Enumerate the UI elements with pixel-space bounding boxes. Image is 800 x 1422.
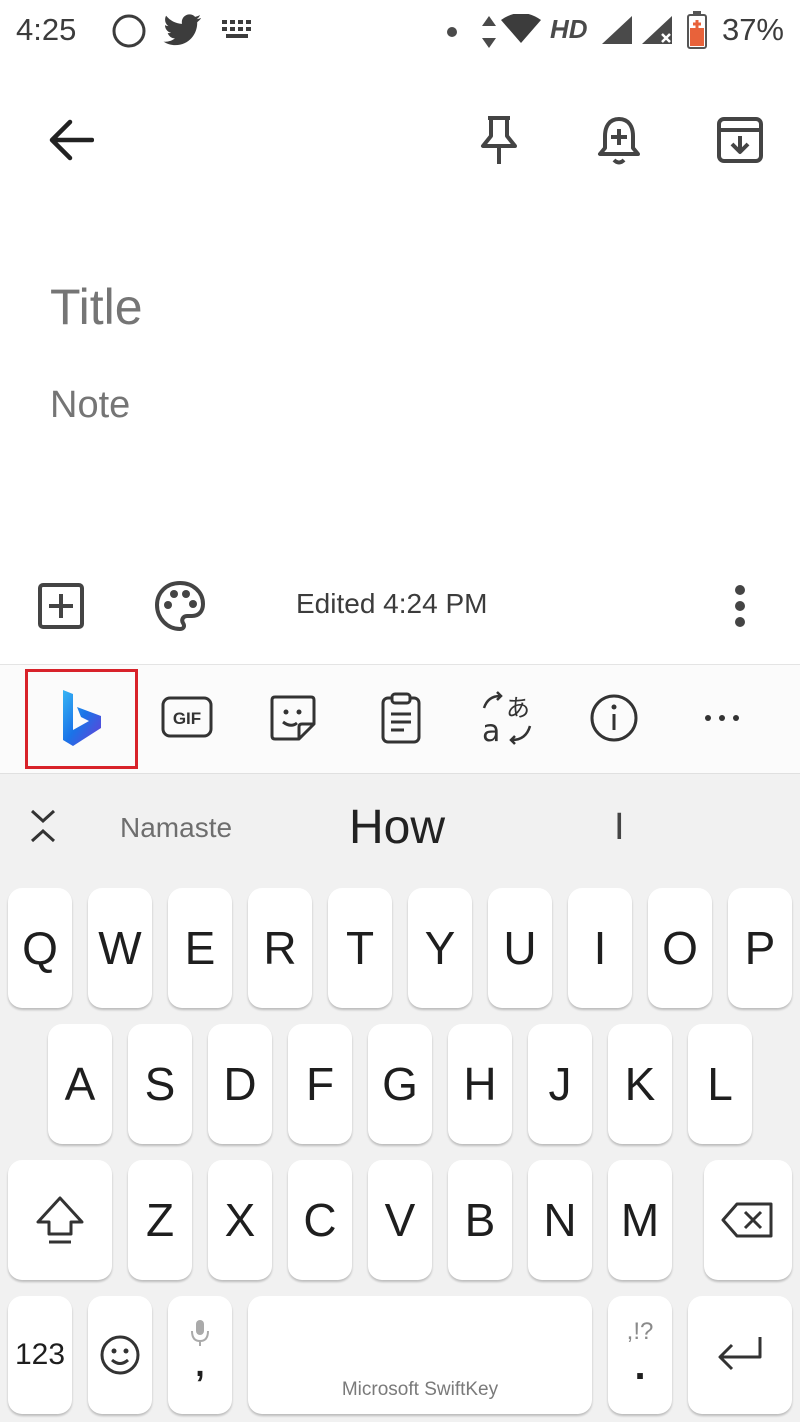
network-type: HD bbox=[550, 14, 588, 44]
emoji-icon bbox=[99, 1334, 141, 1376]
key-n[interactable]: N bbox=[528, 1160, 592, 1280]
microphone-icon bbox=[189, 1318, 211, 1348]
shift-key[interactable] bbox=[8, 1160, 112, 1280]
bing-highlight-box bbox=[25, 669, 138, 769]
archive-icon[interactable] bbox=[716, 116, 764, 164]
key-w[interactable]: W bbox=[88, 888, 152, 1008]
signal-no-data-icon bbox=[640, 14, 674, 46]
key-x[interactable]: X bbox=[208, 1160, 272, 1280]
punctuation-hint: ,!? bbox=[626, 1318, 654, 1345]
add-box-icon[interactable] bbox=[37, 582, 85, 630]
collapse-keyboard-icon[interactable] bbox=[29, 808, 57, 844]
suggestion-left[interactable]: Namaste bbox=[120, 812, 232, 844]
key-v[interactable]: V bbox=[368, 1160, 432, 1280]
key-l[interactable]: L bbox=[688, 1024, 752, 1144]
key-c[interactable]: C bbox=[288, 1160, 352, 1280]
key-e[interactable]: E bbox=[168, 888, 232, 1008]
battery-icon bbox=[686, 10, 708, 50]
backspace-key[interactable] bbox=[704, 1160, 792, 1280]
more-vert-icon[interactable] bbox=[732, 584, 748, 628]
space-label: Microsoft SwiftKey bbox=[341, 1379, 499, 1400]
palette-icon[interactable] bbox=[154, 580, 206, 632]
arrow-back-icon[interactable] bbox=[48, 118, 94, 162]
key-k[interactable]: K bbox=[608, 1024, 672, 1144]
numbers-key[interactable]: 123 bbox=[8, 1296, 72, 1414]
key-f[interactable]: F bbox=[288, 1024, 352, 1144]
key-b[interactable]: B bbox=[448, 1160, 512, 1280]
key-m[interactable]: M bbox=[608, 1160, 672, 1280]
comma-label: , bbox=[195, 1346, 205, 1384]
key-q[interactable]: Q bbox=[8, 888, 72, 1008]
key-i[interactable]: I bbox=[568, 888, 632, 1008]
pin-icon[interactable] bbox=[478, 114, 520, 166]
info-icon[interactable] bbox=[589, 693, 639, 743]
key-p[interactable]: P bbox=[728, 888, 792, 1008]
suggestion-center[interactable]: How bbox=[349, 800, 445, 855]
edited-timestamp: Edited 4:24 PM bbox=[296, 588, 488, 619]
emoji-key[interactable] bbox=[88, 1296, 152, 1414]
key-a[interactable]: A bbox=[48, 1024, 112, 1144]
title-field[interactable] bbox=[50, 278, 750, 336]
wifi-icon bbox=[500, 14, 542, 44]
key-z[interactable]: Z bbox=[128, 1160, 192, 1280]
key-t[interactable]: T bbox=[328, 888, 392, 1008]
dot-icon bbox=[446, 26, 458, 38]
enter-key[interactable] bbox=[688, 1296, 792, 1414]
gif-icon[interactable]: GIF bbox=[161, 696, 213, 738]
key-j[interactable]: J bbox=[528, 1024, 592, 1144]
translate-icon[interactable]: a あ bbox=[480, 690, 534, 746]
svg-text:あ: あ bbox=[506, 694, 530, 722]
shift-icon bbox=[34, 1194, 86, 1246]
key-d[interactable]: D bbox=[208, 1024, 272, 1144]
battery-percent: 37% bbox=[721, 12, 784, 47]
enter-icon bbox=[714, 1333, 766, 1377]
key-r[interactable]: R bbox=[248, 888, 312, 1008]
status-time: 4:25 bbox=[16, 12, 77, 47]
more-icon[interactable] bbox=[704, 713, 740, 723]
bell-plus-icon[interactable] bbox=[596, 114, 642, 166]
comma-key[interactable]: , bbox=[168, 1296, 232, 1414]
data-arrows-icon bbox=[480, 14, 498, 50]
sticker-icon[interactable] bbox=[269, 694, 317, 742]
space-key[interactable]: Microsoft SwiftKey bbox=[248, 1296, 592, 1414]
backspace-icon bbox=[721, 1202, 775, 1238]
key-y[interactable]: Y bbox=[408, 888, 472, 1008]
circle-notification-icon bbox=[111, 13, 147, 49]
signal-icon bbox=[600, 14, 634, 46]
key-o[interactable]: O bbox=[648, 888, 712, 1008]
svg-text:GIF: GIF bbox=[173, 709, 201, 728]
note-field[interactable] bbox=[50, 384, 750, 427]
keyboard-status-icon bbox=[220, 18, 256, 44]
key-g[interactable]: G bbox=[368, 1024, 432, 1144]
svg-text:a: a bbox=[482, 714, 500, 746]
key-u[interactable]: U bbox=[488, 888, 552, 1008]
suggestion-right[interactable]: I bbox=[614, 806, 625, 849]
period-key[interactable]: ,!? . bbox=[608, 1296, 672, 1414]
key-s[interactable]: S bbox=[128, 1024, 192, 1144]
twitter-icon bbox=[163, 14, 203, 48]
clipboard-icon[interactable] bbox=[380, 692, 422, 744]
key-h[interactable]: H bbox=[448, 1024, 512, 1144]
period-label: . bbox=[634, 1344, 646, 1388]
